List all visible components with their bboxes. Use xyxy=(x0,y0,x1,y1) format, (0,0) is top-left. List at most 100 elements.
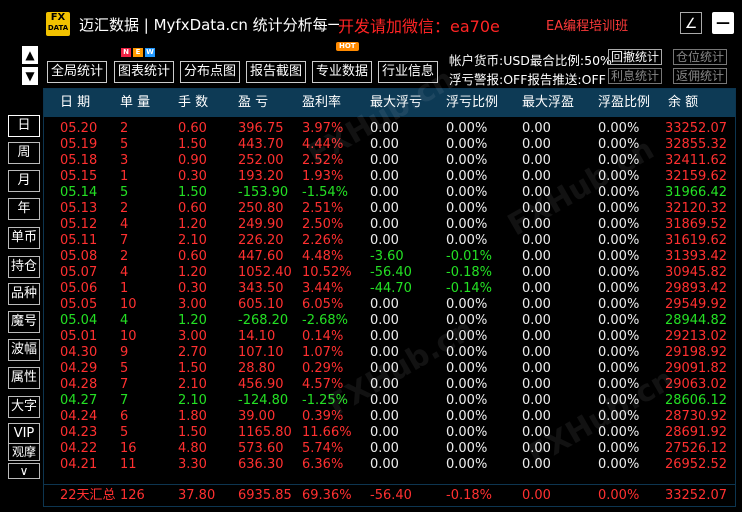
max-floating-profit-cell: 0.00 xyxy=(522,137,551,152)
max-drawdown-cell: 0.00 xyxy=(370,425,399,440)
rate-cell: 2.51% xyxy=(302,201,344,216)
orders-cell: 10 xyxy=(120,297,137,312)
drawdown-ratio-cell: -0.01% xyxy=(446,249,492,264)
rate-cell: -1.25% xyxy=(302,393,348,408)
interest-stats-button[interactable]: 利息统计 xyxy=(608,68,663,84)
table-row[interactable]: 04.21 11 3.30 636.30 6.36% 0.00 0.00% 0.00 0.00%… xyxy=(44,457,735,473)
max-floating-profit-cell: 0.00 xyxy=(522,393,551,408)
side-nav-single-currency[interactable]: 单币 xyxy=(8,227,40,249)
drawdown-ratio-cell: 0.00% xyxy=(446,217,488,232)
side-nav-observe[interactable]: 观摩 xyxy=(8,443,40,461)
total-pnl: 6935.85 xyxy=(238,488,292,503)
header-pnl[interactable]: 盈 亏 xyxy=(222,89,286,117)
side-nav-expand[interactable]: ∨ xyxy=(8,463,40,479)
max-floating-profit-cell: 0.00 xyxy=(522,297,551,312)
table-row[interactable]: 04.23 5 1.50 1165.80 11.66% 0.00 0.00% 0.00 0.00… xyxy=(44,425,735,441)
drawdown-ratio-cell: 0.00% xyxy=(446,409,488,424)
scroll-up-button[interactable]: ▲ xyxy=(22,46,38,64)
header-rate[interactable]: 盈利率 xyxy=(286,89,354,117)
table-row[interactable]: 04.30 9 2.70 107.10 1.07% 0.00 0.00% 0.00 0.00% 2… xyxy=(44,345,735,361)
drawdown-ratio-cell: 0.00% xyxy=(446,201,488,216)
balance-cell: 33252.07 xyxy=(664,121,727,136)
max-drawdown-cell: 0.00 xyxy=(370,377,399,392)
position-stats-button[interactable]: 仓位统计 xyxy=(673,49,728,65)
rate-cell: 6.05% xyxy=(302,297,344,312)
distribution-chart-button[interactable]: 分布点图 xyxy=(180,61,240,83)
side-nav-big-font[interactable]: 大字 xyxy=(8,396,40,418)
table-row[interactable]: 05.04 4 1.20 -268.20 -2.68% 0.00 0.00% 0.00 0.00… xyxy=(44,313,735,329)
max-floating-profit-cell: 0.00 xyxy=(522,425,551,440)
header-balance[interactable]: 余 额 xyxy=(652,89,735,117)
table-row[interactable]: 05.18 3 0.90 252.00 2.52% 0.00 0.00% 0.00 0.00% 3… xyxy=(44,153,735,169)
drawdown-ratio-cell: 0.00% xyxy=(446,297,488,312)
floating-profit-ratio-cell: 0.00% xyxy=(598,345,640,360)
table-row[interactable]: 05.13 2 0.60 250.80 2.51% 0.00 0.00% 0.00 0.00% 3… xyxy=(44,201,735,217)
table-row[interactable]: 05.08 2 0.60 447.60 4.48% -3.60 -0.01% 0.00 0.00… xyxy=(44,249,735,265)
scroll-down-button[interactable]: ▼ xyxy=(22,67,38,85)
max-floating-profit-cell: 0.00 xyxy=(522,153,551,168)
industry-info-button[interactable]: 行业信息 xyxy=(378,61,438,83)
table-row[interactable]: 04.29 5 1.50 28.80 0.29% 0.00 0.00% 0.00 0.00% 29… xyxy=(44,361,735,377)
report-screenshot-button[interactable]: 报告截图 xyxy=(246,61,306,83)
header-date[interactable]: 日 期 xyxy=(44,89,104,117)
balance-cell: 29893.42 xyxy=(664,281,727,296)
orders-cell: 1 xyxy=(120,281,129,296)
max-drawdown-cell: 0.00 xyxy=(370,185,399,200)
table-row[interactable]: 05.06 1 0.30 343.50 3.44% -44.70 -0.14% 0.00 0.0… xyxy=(44,281,735,297)
side-nav-day[interactable]: 日 xyxy=(8,115,40,137)
header-drawdown-ratio[interactable]: 浮亏比例 xyxy=(430,89,506,117)
table-row[interactable]: 05.05 10 3.00 605.10 6.05% 0.00 0.00% 0.00 0.00%… xyxy=(44,297,735,313)
table-row[interactable]: 05.07 4 1.20 1052.40 10.52% -56.40 -0.18% 0.00 0… xyxy=(44,265,735,281)
orders-cell: 11 xyxy=(120,457,137,472)
header-lots[interactable]: 手 数 xyxy=(162,89,222,117)
drawdown-ratio-cell: 0.00% xyxy=(446,425,488,440)
lots-cell: 1.80 xyxy=(178,409,207,424)
table-row[interactable]: 04.27 7 2.10 -124.80 -1.25% 0.00 0.00% 0.00 0.00… xyxy=(44,393,735,409)
date-cell: 04.28 xyxy=(60,377,98,392)
hot-badge: HOT xyxy=(336,42,359,51)
table-row[interactable]: 05.15 1 0.30 193.20 1.93% 0.00 0.00% 0.00 0.00% 3… xyxy=(44,169,735,185)
total-lots: 37.80 xyxy=(178,488,216,503)
drawdown-ratio-cell: -0.14% xyxy=(446,281,492,296)
rebate-stats-button[interactable]: 返佣统计 xyxy=(673,68,728,84)
header-orders[interactable]: 单 量 xyxy=(104,89,162,117)
pnl-cell: -268.20 xyxy=(238,313,289,328)
side-nav-magic-number[interactable]: 魔号 xyxy=(8,311,40,333)
overall-stats-button[interactable]: 全局统计 xyxy=(47,61,107,83)
table-row[interactable]: 04.24 6 1.80 39.00 0.39% 0.00 0.00% 0.00 0.00% 28… xyxy=(44,409,735,425)
side-nav-volatility[interactable]: 波幅 xyxy=(8,339,40,361)
lots-cell: 0.30 xyxy=(178,169,207,184)
header-max-drawdown[interactable]: 最大浮亏 xyxy=(354,89,430,117)
edit-icon[interactable]: ∠ xyxy=(680,12,702,34)
drawdown-stats-button[interactable]: 回撤统计 xyxy=(608,49,663,65)
chart-stats-button[interactable]: 图表统计 xyxy=(114,61,174,83)
pro-data-button[interactable]: 专业数据 xyxy=(312,61,372,83)
header-floating-profit-ratio[interactable]: 浮盈比例 xyxy=(582,89,652,117)
rate-cell: 4.48% xyxy=(302,249,344,264)
pnl-cell: 1052.40 xyxy=(238,265,292,280)
side-nav-year[interactable]: 年 xyxy=(8,198,40,220)
table-header: 日 期 单 量 手 数 盈 亏 盈利率 最大浮亏 浮亏比例 最大浮盈 浮盈比例 … xyxy=(44,89,735,117)
side-nav-symbols[interactable]: 品种 xyxy=(8,283,40,305)
pnl-cell: 193.20 xyxy=(238,169,284,184)
header-max-floating-profit[interactable]: 最大浮盈 xyxy=(506,89,582,117)
side-nav-positions[interactable]: 持仓 xyxy=(8,256,40,278)
side-nav-vip[interactable]: VIP xyxy=(8,423,40,445)
table-row[interactable]: 05.19 5 1.50 443.70 4.44% 0.00 0.00% 0.00 0.00% 3… xyxy=(44,137,735,153)
table-row[interactable]: 05.12 4 1.20 249.90 2.50% 0.00 0.00% 0.00 0.00% 3… xyxy=(44,217,735,233)
minimize-button[interactable]: — xyxy=(712,12,734,34)
table-row[interactable]: 05.20 2 0.60 396.75 3.97% 0.00 0.00% 0.00 0.00% 3… xyxy=(44,121,735,137)
side-nav-month[interactable]: 月 xyxy=(8,170,40,192)
pnl-cell: 39.00 xyxy=(238,409,276,424)
max-floating-profit-cell: 0.00 xyxy=(522,377,551,392)
side-nav-attributes[interactable]: 属性 xyxy=(8,367,40,389)
table-row[interactable]: 04.28 7 2.10 456.90 4.57% 0.00 0.00% 0.00 0.00% 2… xyxy=(44,377,735,393)
table-row[interactable]: 05.01 10 3.00 14.10 0.14% 0.00 0.00% 0.00 0.00% 2… xyxy=(44,329,735,345)
rate-cell: -1.54% xyxy=(302,185,348,200)
side-nav-week[interactable]: 周 xyxy=(8,142,40,164)
rate-cell: 0.39% xyxy=(302,409,344,424)
table-row[interactable]: 05.11 7 2.10 226.20 2.26% 0.00 0.00% 0.00 0.00% 3… xyxy=(44,233,735,249)
date-cell: 05.13 xyxy=(60,201,98,216)
table-row[interactable]: 04.22 16 4.80 573.60 5.74% 0.00 0.00% 0.00 0.00%… xyxy=(44,441,735,457)
table-row[interactable]: 05.14 5 1.50 -153.90 -1.54% 0.00 0.00% 0.00 0.00… xyxy=(44,185,735,201)
